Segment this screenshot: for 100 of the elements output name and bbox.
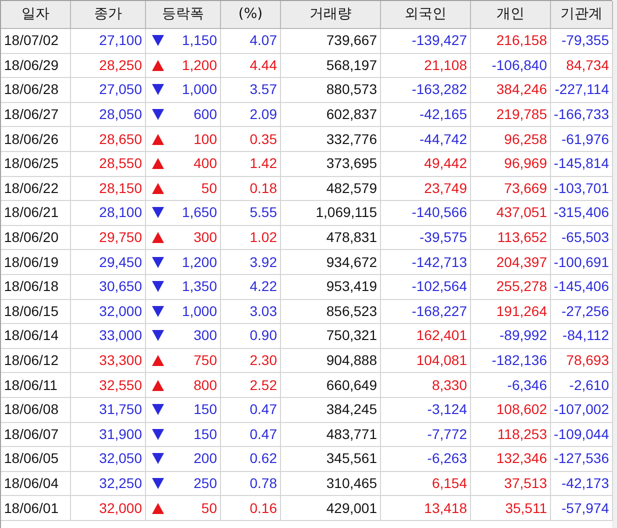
close-price-cell-text: 31,750 [99, 400, 142, 420]
foreign-cell-text: -39,575 [420, 228, 467, 248]
individual-cell-text: 132,346 [496, 449, 547, 468]
change-cell-text: 1,200 [182, 252, 217, 272]
foreign-cell-text: 8,330 [432, 376, 467, 395]
foreign-cell-text: -42,165 [420, 105, 467, 124]
change-cell-text: 250 [194, 474, 217, 493]
individual-cell-text: 255,278 [496, 277, 547, 296]
foreign-cell-text: -139,427 [412, 31, 467, 50]
institution-cell-text: 78,693 [566, 351, 609, 370]
date-cell-text: 18/06/01 [4, 498, 58, 518]
volume-cell-text: 373,695 [326, 154, 377, 174]
column-header: 종가 [94, 5, 122, 24]
individual-cell-text: -6,346 [507, 376, 547, 395]
date-cell-text: 18/06/29 [4, 56, 58, 75]
individual-cell-text: 118,253 [497, 424, 547, 444]
institution-cell-text: -109,044 [554, 424, 609, 444]
change-cell-text: 150 [194, 424, 217, 444]
percent-cell-text: 3.92 [250, 252, 277, 272]
percent-cell-text: 1.42 [250, 154, 277, 174]
institution-cell-text: -315,406 [554, 203, 609, 222]
individual-cell-text: -182,136 [492, 351, 547, 370]
volume-cell-text: 568,197 [326, 56, 377, 75]
volume-cell-text: 1,069,115 [316, 203, 377, 222]
change-cell-text: 300 [194, 326, 217, 346]
close-price-cell-text: 28,650 [99, 130, 142, 149]
percent-cell-text: 0.47 [250, 400, 277, 420]
percent-cell-text: 4.22 [250, 277, 277, 296]
close-price-cell-text: 28,250 [99, 56, 142, 75]
foreign-cell-text: 23,749 [424, 178, 467, 198]
change-cell-text: 50 [201, 178, 217, 198]
institution-cell-text: -103,701 [554, 178, 609, 198]
close-price-cell-text: 31,900 [99, 424, 142, 444]
close-price-cell-text: 29,750 [99, 228, 142, 248]
date-cell-text: 18/06/22 [4, 178, 58, 198]
column-header: 등락폭 [162, 5, 204, 24]
individual-cell-text: 219,785 [496, 105, 547, 124]
change-cell-text: 1,200 [182, 56, 217, 75]
date-cell-text: 18/06/25 [4, 154, 58, 174]
individual-cell-text: 384,246 [496, 80, 547, 100]
volume-cell-text: 310,465 [326, 474, 377, 493]
percent-cell-text: 5.55 [250, 203, 277, 222]
date-cell-text: 18/06/28 [4, 80, 58, 100]
change-cell-text: 150 [194, 400, 217, 420]
individual-cell-text: 437,051 [496, 203, 547, 222]
date-cell-text: 18/06/04 [4, 474, 58, 493]
date-cell-text: 18/06/27 [4, 105, 58, 124]
foreign-cell-text: 21,108 [424, 56, 467, 75]
individual-cell-text: -106,840 [492, 56, 547, 75]
volume-cell-text: 660,649 [326, 376, 377, 395]
date-cell-text: 18/06/19 [4, 252, 58, 272]
percent-cell-text: 0.90 [250, 326, 277, 346]
close-price-cell-text: 33,000 [99, 326, 142, 346]
institution-cell-text: 84,734 [566, 56, 609, 75]
individual-cell-text: 73,669 [504, 178, 547, 198]
change-cell-text: 1,000 [182, 302, 217, 321]
volume-cell-text: 332,776 [326, 130, 377, 149]
foreign-cell-text: -44,742 [420, 130, 467, 149]
individual-cell-text: 113,652 [497, 228, 547, 248]
institution-cell-text: -145,406 [554, 277, 609, 296]
volume-cell-text: 739,667 [326, 31, 377, 50]
volume-cell-text: 904,888 [326, 351, 377, 370]
date-cell-text: 18/06/15 [4, 302, 58, 321]
change-cell-text: 400 [194, 154, 217, 174]
percent-cell-text: 2.30 [250, 351, 277, 370]
percent-cell-text: 0.47 [250, 424, 277, 444]
individual-cell-text: 37,513 [504, 474, 547, 493]
percent-cell-text: 3.03 [250, 302, 277, 321]
column-header: 일자 [22, 5, 50, 24]
institution-cell-text: -27,256 [562, 302, 609, 321]
volume-cell-text: 953,419 [326, 277, 377, 296]
date-cell-text: 18/06/12 [4, 351, 58, 370]
date-cell-text: 18/06/18 [4, 277, 58, 296]
volume-cell-text: 483,771 [326, 424, 377, 444]
close-price-cell-text: 32,250 [99, 474, 142, 493]
percent-cell-text: 0.35 [250, 130, 277, 149]
volume-cell-text: 880,573 [326, 80, 377, 100]
foreign-cell-text: -168,227 [412, 302, 467, 321]
change-cell-text: 800 [194, 376, 217, 395]
date-cell-text: 18/06/26 [4, 130, 58, 149]
institution-cell-text: -42,173 [562, 474, 609, 493]
change-cell-text: 50 [201, 498, 217, 518]
foreign-cell-text: -6,263 [427, 449, 467, 468]
close-price-cell-text: 27,050 [99, 80, 142, 100]
foreign-cell-text: 162,401 [416, 326, 467, 346]
institution-cell-text: -57,974 [562, 498, 609, 518]
change-cell-text: 300 [194, 228, 217, 248]
individual-cell-text: 108,602 [496, 400, 547, 420]
institution-cell-text: -107,002 [554, 400, 609, 420]
individual-cell-text: 216,158 [496, 31, 547, 50]
close-price-cell-text: 32,550 [99, 376, 142, 395]
individual-cell-text: 191,264 [496, 302, 547, 321]
column-header: 기관계 [560, 5, 602, 24]
date-cell-text: 18/06/05 [4, 449, 58, 468]
individual-cell-text: 96,969 [504, 154, 547, 174]
foreign-cell-text: -163,282 [412, 80, 467, 100]
date-cell-text: 18/06/14 [4, 326, 58, 346]
institution-cell-text: -127,536 [554, 449, 609, 468]
column-header: 개인 [496, 5, 524, 24]
close-price-cell-text: 30,650 [99, 277, 142, 296]
